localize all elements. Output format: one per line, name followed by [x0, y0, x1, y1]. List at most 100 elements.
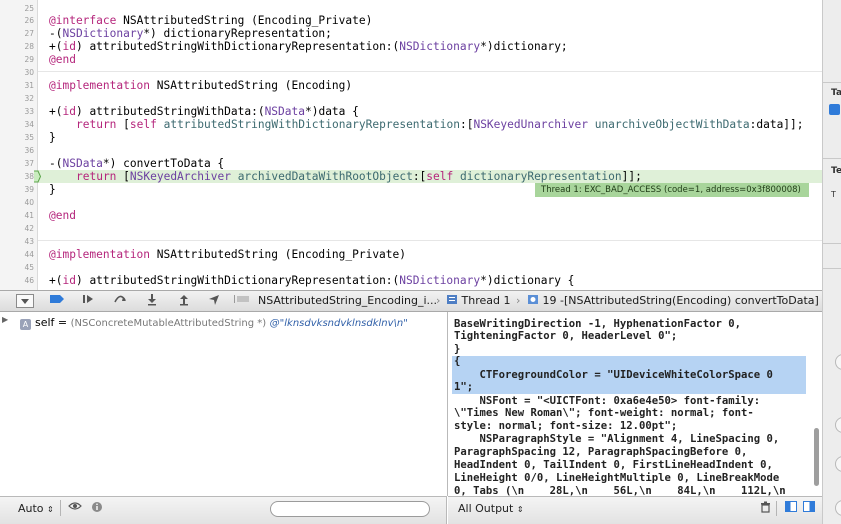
code-line[interactable]: +(id) attributedStringWithData:(NSData*)… — [49, 105, 359, 118]
program-counter-arrow-icon[interactable] — [33, 170, 41, 183]
variable-row[interactable]: Aself = (NSConcreteMutableAttributedStri… — [16, 316, 408, 331]
step-into-button[interactable] — [144, 294, 160, 308]
show-console-view-button[interactable] — [802, 501, 816, 515]
line-number: 32 — [24, 94, 34, 103]
inspector-stepper[interactable] — [835, 417, 841, 433]
hide-debug-area-button[interactable] — [16, 294, 34, 308]
console-line: CTForegroundColor = "UIDeviceWhiteColorS… — [454, 369, 773, 381]
debug-bar: NSAttributedString_Encoding_i... › Threa… — [0, 290, 822, 312]
code-line[interactable]: @end — [49, 53, 76, 66]
line-number: 31 — [24, 81, 34, 90]
breakpoints-toggle-button[interactable] — [48, 294, 66, 308]
location-arrow-icon — [209, 295, 219, 305]
code-text: *) convertToData { — [102, 157, 225, 170]
console-line: LineHeight 0/0, LineHeightMultiple 0, Li… — [454, 472, 780, 484]
line-number: 30 — [24, 68, 34, 77]
inspector-section-label: Te — [831, 166, 841, 176]
breadcrumb-stack-frame[interactable]: 19 -[NSAttributedString(Encoding) conver… — [527, 294, 819, 308]
step-over-button[interactable] — [112, 294, 128, 308]
console-line: NSFont = "<UICTFont: 0xa6e4e50> font-fam… — [454, 395, 761, 407]
code-type: NSDictionary — [399, 274, 481, 287]
output-popup[interactable]: All Output ⇕ — [458, 502, 524, 515]
print-description-button[interactable] — [90, 501, 104, 515]
line-number: 35 — [24, 133, 34, 142]
code-keyword: self — [129, 118, 157, 131]
code-keyword: return — [76, 118, 117, 131]
inspector-checkbox[interactable] — [829, 104, 840, 115]
line-number-gutter[interactable]: 25 26 27 28 29 30 31 32 33 34 35 36 37 3… — [0, 0, 38, 290]
code-text: ]]; — [621, 170, 642, 183]
code-text: +( — [49, 274, 63, 287]
code-line[interactable]: @interface NSAttributedString (Encoding_… — [49, 14, 372, 27]
variables-filter-field[interactable] — [270, 501, 430, 517]
line-number: 26 — [24, 16, 34, 25]
source-editor[interactable]: 25 26 27 28 29 30 31 32 33 34 35 36 37 3… — [0, 0, 822, 290]
continue-button[interactable] — [80, 294, 96, 308]
variables-view[interactable]: ▶ Aself = (NSConcreteMutableAttributedSt… — [0, 312, 448, 496]
inspector-field-label: T — [831, 190, 836, 199]
code-line[interactable]: @end — [49, 209, 76, 222]
code-line[interactable]: } — [49, 183, 56, 196]
inspector-divider — [823, 82, 841, 83]
code-line[interactable]: @implementation NSAttributedString (Enco… — [49, 248, 406, 261]
inspector-stepper[interactable] — [835, 500, 841, 516]
line-number: 28 — [24, 42, 34, 51]
code-line[interactable]: } — [49, 131, 56, 144]
clear-console-button[interactable] — [758, 501, 772, 515]
console-footer: All Output ⇕ — [448, 496, 822, 524]
variable-value: @"lknsdvksndvklnsdklnv\n" — [269, 318, 408, 329]
line-number: 46 — [24, 276, 34, 285]
inspector-stepper[interactable] — [835, 354, 841, 370]
code-method: dictionaryRepresentation — [453, 170, 622, 183]
disclosure-triangle-icon[interactable]: ▶ — [2, 315, 8, 324]
code-line[interactable]: return [self attributedStringWithDiction… — [76, 118, 804, 131]
step-out-button[interactable] — [176, 294, 192, 308]
console-view[interactable]: BaseWritingDirection -1, HyphenationFact… — [448, 312, 822, 496]
breadcrumb-chevron-icon: › — [436, 294, 441, 307]
utilities-inspector: Ta Te T — [822, 0, 841, 524]
code-keyword: self — [426, 170, 454, 183]
code-text: :[ — [412, 170, 427, 183]
quick-look-button[interactable] — [68, 501, 82, 515]
line-number: 39 — [24, 185, 34, 194]
line-number: 37 — [24, 159, 34, 168]
console-line: ParagraphSpacing 12, ParagraphSpacingBef… — [454, 446, 748, 458]
error-annotation-badge[interactable]: Thread 1: EXC_BAD_ACCESS (code=1, addres… — [535, 183, 809, 197]
step-out-icon — [180, 295, 188, 306]
variable-equals: = — [54, 316, 71, 329]
line-number: 41 — [24, 211, 34, 220]
console-scrollbar[interactable] — [814, 428, 819, 486]
breadcrumb-thread[interactable]: Thread 1 — [446, 294, 510, 308]
step-into-icon — [148, 294, 156, 306]
simulate-location-button[interactable] — [206, 294, 222, 308]
info-icon — [92, 502, 102, 512]
line-number: 43 — [24, 237, 34, 246]
code-line[interactable]: -(NSDictionary*) dictionaryRepresentatio… — [49, 27, 332, 40]
console-line: style: normal; font-size: 12.00pt"; — [454, 420, 678, 432]
inspector-section-label: Ta — [831, 88, 841, 98]
inspector-stepper[interactable] — [835, 456, 841, 472]
code-line-current[interactable]: return [NSKeyedArchiver archivedDataWith… — [76, 170, 642, 183]
code-keyword: id — [62, 40, 76, 53]
breadcrumb-file[interactable]: NSAttributedString_Encoding_i... — [258, 294, 437, 308]
console-line: { — [454, 355, 461, 367]
code-keyword: id — [62, 105, 76, 118]
code-line[interactable]: @implementation NSAttributedString (Enco… — [49, 79, 352, 92]
code-text: *)data { — [304, 105, 359, 118]
breadcrumb-frame-label: 19 -[NSAttributedString(Encoding) conver… — [542, 294, 819, 307]
line-number: 33 — [24, 107, 34, 116]
code-type: NSKeyedUnarchiver — [473, 118, 588, 131]
code-text: [ — [116, 118, 130, 131]
scope-popup[interactable]: Auto ⇕ — [18, 502, 54, 515]
code-text: :[ — [459, 118, 474, 131]
breadcrumb-thread-label: Thread 1 — [461, 294, 511, 307]
step-over-icon — [114, 295, 126, 303]
section-divider — [38, 71, 822, 72]
show-variables-view-button[interactable] — [784, 501, 798, 515]
code-line[interactable]: -(NSData*) convertToData { — [49, 157, 224, 170]
code-line[interactable]: +(id) attributedStringWithDictionaryRepr… — [49, 274, 574, 287]
code-line[interactable]: +(id) attributedStringWithDictionaryRepr… — [49, 40, 568, 53]
code-type: NSData — [62, 157, 103, 170]
code-keyword: id — [62, 274, 76, 287]
code-text: ) attributedStringWithData:( — [75, 105, 265, 118]
